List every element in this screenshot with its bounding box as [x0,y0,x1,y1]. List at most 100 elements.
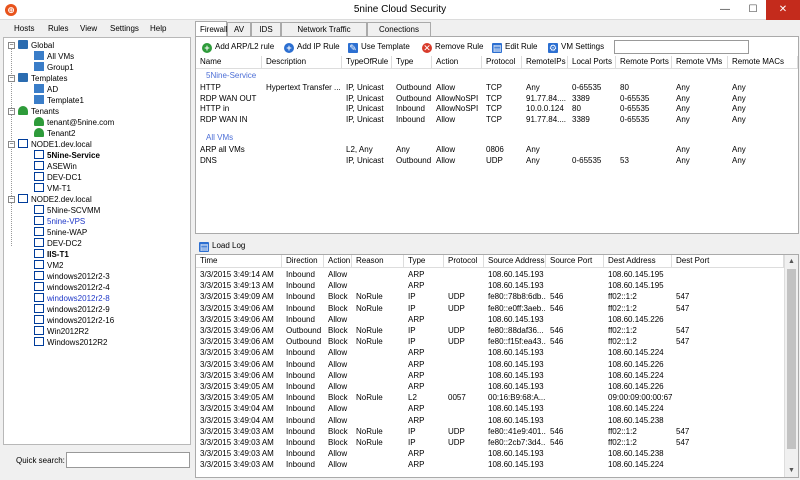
log-cell[interactable]: Block [324,326,352,336]
log-cell[interactable]: Block [324,337,352,347]
tree-node-tenant2[interactable]: Tenant2 [34,128,75,139]
log-cell[interactable] [546,270,604,280]
tree-node-windows2012r2-4[interactable]: windows2012r2-4 [34,282,110,293]
log-cell[interactable]: Block [324,438,352,448]
tree-node-all-vms[interactable]: All VMs [34,51,74,62]
tree-node-5nine-vps[interactable]: 5nine-VPS [34,216,85,227]
close-button[interactable]: ✕ [766,0,800,20]
rule-cell[interactable]: 0806 [482,145,522,155]
rule-cell[interactable]: Any [672,156,728,166]
log-cell[interactable]: 3/3/2015 3:49:03 AM [196,449,282,459]
log-cell[interactable]: 547 [672,337,784,347]
rule-cell[interactable]: 0-65535 [616,115,672,125]
rules-group-label[interactable]: 5Nine-Service [206,71,256,80]
log-cell[interactable] [672,371,784,381]
log-cell[interactable] [672,360,784,370]
rules-column-header[interactable]: TypeOfRule [342,56,392,68]
rule-cell[interactable]: RDP WAN IN [196,115,262,125]
log-cell[interactable]: Allow [324,416,352,426]
log-cell[interactable]: ff02::1:2 [604,438,672,448]
rule-cell[interactable]: 3389 [568,115,616,125]
rule-cell[interactable]: UDP [482,156,522,166]
use-template-button[interactable]: ✎ Use Template [348,41,410,53]
log-cell[interactable]: ff02::1:2 [604,427,672,437]
log-cell[interactable]: IP [404,326,444,336]
log-cell[interactable]: 547 [672,438,784,448]
log-cell[interactable] [672,270,784,280]
log-cell[interactable]: fe80::88daf36... [484,326,546,336]
log-cell[interactable]: 546 [546,292,604,302]
log-cell[interactable]: 547 [672,292,784,302]
menu-view[interactable]: View [80,24,97,33]
log-cell[interactable]: Allow [324,360,352,370]
log-cell[interactable]: 546 [546,337,604,347]
log-cell[interactable]: ff02::1:2 [604,304,672,314]
vm-settings-button[interactable]: ⚙ VM Settings [548,41,604,53]
log-cell[interactable] [546,382,604,392]
log-cell[interactable]: 108.60.145.193 [484,270,546,280]
rule-cell[interactable]: IP, Unicast [342,115,392,125]
log-cell[interactable] [352,371,404,381]
log-cell[interactable]: Allow [324,371,352,381]
log-column-header[interactable]: Source Address [484,255,546,267]
log-cell[interactable]: ARP [404,270,444,280]
rules-column-header[interactable]: Name [196,56,262,68]
log-cell[interactable] [672,382,784,392]
maximize-button[interactable]: ☐ [739,0,767,20]
rule-cell[interactable] [616,145,672,155]
log-cell[interactable]: 3/3/2015 3:49:06 AM [196,371,282,381]
log-cell[interactable]: 09:00:09:00:00:67 [604,393,672,403]
log-cell[interactable]: 3/3/2015 3:49:09 AM [196,292,282,302]
tree-node-windows2012r2[interactable]: Windows2012R2 [34,337,107,348]
quick-search-input[interactable] [66,452,190,468]
log-column-header[interactable]: Dest Port [672,255,784,267]
log-cell[interactable]: Block [324,292,352,302]
tree-node-global[interactable]: Global [18,40,54,51]
log-cell[interactable] [444,315,484,325]
log-cell[interactable] [672,281,784,291]
rule-cell[interactable]: 80 [568,104,616,114]
log-cell[interactable]: 3/3/2015 3:49:06 AM [196,304,282,314]
rule-cell[interactable]: Inbound [392,104,432,114]
tree-node-dev-dc2[interactable]: DEV-DC2 [34,238,82,249]
rule-cell[interactable]: Any [728,145,798,155]
rule-cell[interactable]: 3389 [568,94,616,104]
log-cell[interactable]: 108.60.145.193 [484,416,546,426]
scroll-down-icon[interactable]: ▼ [785,464,798,477]
log-cell[interactable] [352,270,404,280]
rule-cell[interactable] [262,115,342,125]
log-cell[interactable]: fe80::2cb7:3d4... [484,438,546,448]
log-cell[interactable]: Inbound [282,270,324,280]
log-cell[interactable]: Allow [324,315,352,325]
rule-cell[interactable]: 0-65535 [616,104,672,114]
log-cell[interactable]: ARP [404,449,444,459]
log-cell[interactable] [546,404,604,414]
expand-collapse-icon[interactable]: − [8,75,15,82]
log-cell[interactable] [672,416,784,426]
log-cell[interactable]: Inbound [282,304,324,314]
rule-cell[interactable]: Outbound [392,156,432,166]
log-cell[interactable]: 3/3/2015 3:49:03 AM [196,460,282,470]
log-cell[interactable]: Inbound [282,292,324,302]
log-cell[interactable]: 108.60.145.195 [604,270,672,280]
rule-cell[interactable]: AllowNoSPI [432,94,482,104]
tree-node-5nine-scvmm[interactable]: 5Nine-SCVMM [34,205,100,216]
tree-node-win2012r2[interactable]: Win2012R2 [34,326,89,337]
log-cell[interactable]: fe80::78b8:6db... [484,292,546,302]
tree-node-vm2[interactable]: VM2 [34,260,63,271]
expand-collapse-icon[interactable]: − [8,196,15,203]
log-cell[interactable]: ARP [404,315,444,325]
log-cell[interactable]: fe80::41e9:401... [484,427,546,437]
log-cell[interactable]: Inbound [282,393,324,403]
log-cell[interactable]: 108.60.145.193 [484,281,546,291]
log-cell[interactable]: Block [324,427,352,437]
log-cell[interactable]: 108.60.145.224 [604,404,672,414]
rule-cell[interactable]: 80 [616,83,672,93]
log-cell[interactable]: 3/3/2015 3:49:05 AM [196,382,282,392]
log-cell[interactable]: ARP [404,460,444,470]
expand-collapse-icon[interactable]: − [8,141,15,148]
log-cell[interactable]: Allow [324,348,352,358]
rule-cell[interactable]: Any [728,156,798,166]
log-cell[interactable]: Inbound [282,427,324,437]
log-cell[interactable] [444,460,484,470]
